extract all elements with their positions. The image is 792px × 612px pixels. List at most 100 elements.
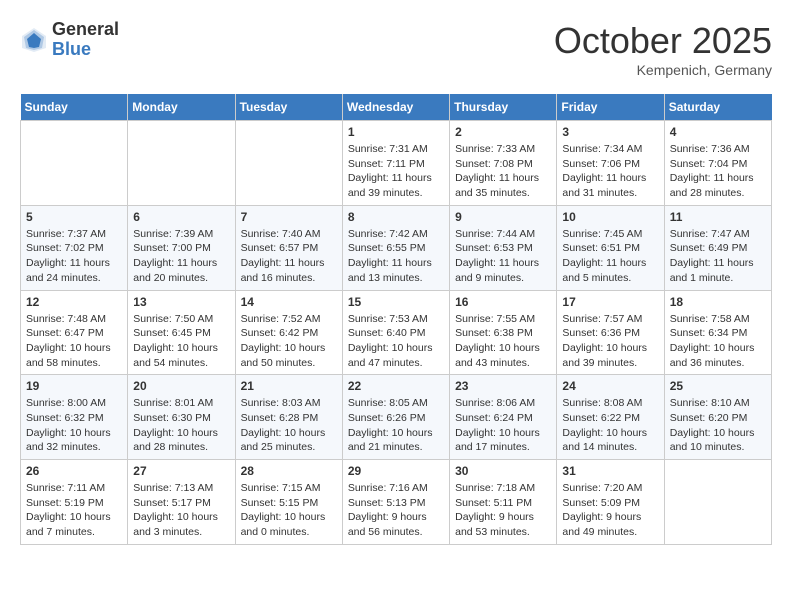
calendar-cell: 22 Sunrise: 8:05 AMSunset: 6:26 PMDayligh… [342, 375, 449, 460]
day-number: 8 [348, 210, 444, 224]
day-info: Sunrise: 7:34 AMSunset: 7:06 PMDaylight:… [562, 142, 658, 201]
day-number: 9 [455, 210, 551, 224]
month-title: October 2025 [554, 20, 772, 62]
calendar-cell: 3 Sunrise: 7:34 AMSunset: 7:06 PMDaylight… [557, 121, 664, 206]
day-number: 28 [241, 464, 337, 478]
day-number: 13 [133, 295, 229, 309]
day-number: 20 [133, 379, 229, 393]
day-info: Sunrise: 7:44 AMSunset: 6:53 PMDaylight:… [455, 227, 551, 286]
day-info: Sunrise: 7:52 AMSunset: 6:42 PMDaylight:… [241, 312, 337, 371]
day-info: Sunrise: 7:40 AMSunset: 6:57 PMDaylight:… [241, 227, 337, 286]
day-info: Sunrise: 7:48 AMSunset: 6:47 PMDaylight:… [26, 312, 122, 371]
day-info: Sunrise: 7:16 AMSunset: 5:13 PMDaylight:… [348, 481, 444, 540]
day-number: 4 [670, 125, 766, 139]
calendar-cell [664, 460, 771, 545]
calendar-cell: 31 Sunrise: 7:20 AMSunset: 5:09 PMDayligh… [557, 460, 664, 545]
weekday-header: Wednesday [342, 94, 449, 121]
calendar-cell [235, 121, 342, 206]
calendar-cell: 26Sunrise: 7:11 AMSunset: 5:19 PMDayligh… [21, 460, 128, 545]
day-number: 15 [348, 295, 444, 309]
day-number: 1 [348, 125, 444, 139]
calendar-cell: 17Sunrise: 7:57 AMSunset: 6:36 PMDayligh… [557, 290, 664, 375]
calendar-cell: 14Sunrise: 7:52 AMSunset: 6:42 PMDayligh… [235, 290, 342, 375]
calendar-cell: 5 Sunrise: 7:37 AMSunset: 7:02 PMDaylight… [21, 205, 128, 290]
day-info: Sunrise: 8:05 AMSunset: 6:26 PMDaylight:… [348, 396, 444, 455]
calendar-cell: 28Sunrise: 7:15 AMSunset: 5:15 PMDayligh… [235, 460, 342, 545]
day-info: Sunrise: 7:31 AMSunset: 7:11 PMDaylight:… [348, 142, 444, 201]
calendar-cell: 24 Sunrise: 8:08 AMSunset: 6:22 PMDayligh… [557, 375, 664, 460]
day-info: Sunrise: 7:11 AMSunset: 5:19 PMDaylight:… [26, 481, 122, 540]
calendar-cell: 8 Sunrise: 7:42 AMSunset: 6:55 PMDaylight… [342, 205, 449, 290]
day-info: Sunrise: 7:42 AMSunset: 6:55 PMDaylight:… [348, 227, 444, 286]
title-block: October 2025 Kempenich, Germany [554, 20, 772, 78]
day-number: 27 [133, 464, 229, 478]
calendar-cell: 20 Sunrise: 8:01 AMSunset: 6:30 PMDayligh… [128, 375, 235, 460]
weekday-header: Monday [128, 94, 235, 121]
day-number: 7 [241, 210, 337, 224]
calendar-cell: 19 Sunrise: 8:00 AMSunset: 6:32 PMDayligh… [21, 375, 128, 460]
calendar-cell: 1 Sunrise: 7:31 AMSunset: 7:11 PMDaylight… [342, 121, 449, 206]
calendar-cell: 6 Sunrise: 7:39 AMSunset: 7:00 PMDaylight… [128, 205, 235, 290]
day-info: Sunrise: 7:37 AMSunset: 7:02 PMDaylight:… [26, 227, 122, 286]
logo: General Blue [20, 20, 119, 60]
calendar-week-row: 26Sunrise: 7:11 AMSunset: 5:19 PMDayligh… [21, 460, 772, 545]
day-number: 31 [562, 464, 658, 478]
day-number: 10 [562, 210, 658, 224]
day-number: 11 [670, 210, 766, 224]
calendar-cell: 7 Sunrise: 7:40 AMSunset: 6:57 PMDaylight… [235, 205, 342, 290]
day-info: Sunrise: 8:06 AMSunset: 6:24 PMDaylight:… [455, 396, 551, 455]
calendar-week-row: 19 Sunrise: 8:00 AMSunset: 6:32 PMDayligh… [21, 375, 772, 460]
calendar-cell: 4 Sunrise: 7:36 AMSunset: 7:04 PMDaylight… [664, 121, 771, 206]
weekday-header: Tuesday [235, 94, 342, 121]
calendar-cell: 9 Sunrise: 7:44 AMSunset: 6:53 PMDaylight… [450, 205, 557, 290]
calendar-week-row: 1 Sunrise: 7:31 AMSunset: 7:11 PMDaylight… [21, 121, 772, 206]
calendar-cell: 18 Sunrise: 7:58 AMSunset: 6:34 PMDayligh… [664, 290, 771, 375]
day-info: Sunrise: 8:01 AMSunset: 6:30 PMDaylight:… [133, 396, 229, 455]
day-info: Sunrise: 7:13 AMSunset: 5:17 PMDaylight:… [133, 481, 229, 540]
day-info: Sunrise: 7:20 AMSunset: 5:09 PMDaylight:… [562, 481, 658, 540]
weekday-header: Friday [557, 94, 664, 121]
day-number: 29 [348, 464, 444, 478]
calendar-cell: 13 Sunrise: 7:50 AMSunset: 6:45 PMDayligh… [128, 290, 235, 375]
calendar-cell: 15 Sunrise: 7:53 AMSunset: 6:40 PMDayligh… [342, 290, 449, 375]
calendar-cell: 12 Sunrise: 7:48 AMSunset: 6:47 PMDayligh… [21, 290, 128, 375]
day-number: 30 [455, 464, 551, 478]
day-info: Sunrise: 7:45 AMSunset: 6:51 PMDaylight:… [562, 227, 658, 286]
day-number: 25 [670, 379, 766, 393]
day-number: 5 [26, 210, 122, 224]
day-info: Sunrise: 8:10 AMSunset: 6:20 PMDaylight:… [670, 396, 766, 455]
day-info: Sunrise: 7:39 AMSunset: 7:00 PMDaylight:… [133, 227, 229, 286]
day-info: Sunrise: 7:36 AMSunset: 7:04 PMDaylight:… [670, 142, 766, 201]
day-info: Sunrise: 8:08 AMSunset: 6:22 PMDaylight:… [562, 396, 658, 455]
day-info: Sunrise: 7:58 AMSunset: 6:34 PMDaylight:… [670, 312, 766, 371]
calendar-cell: 27 Sunrise: 7:13 AMSunset: 5:17 PMDayligh… [128, 460, 235, 545]
day-number: 12 [26, 295, 122, 309]
day-info: Sunrise: 8:00 AMSunset: 6:32 PMDaylight:… [26, 396, 122, 455]
calendar-cell: 29 Sunrise: 7:16 AMSunset: 5:13 PMDayligh… [342, 460, 449, 545]
day-info: Sunrise: 8:03 AMSunset: 6:28 PMDaylight:… [241, 396, 337, 455]
day-number: 3 [562, 125, 658, 139]
weekday-header: Sunday [21, 94, 128, 121]
day-number: 23 [455, 379, 551, 393]
weekday-header: Saturday [664, 94, 771, 121]
day-number: 6 [133, 210, 229, 224]
day-info: Sunrise: 7:18 AMSunset: 5:11 PMDaylight:… [455, 481, 551, 540]
day-number: 21 [241, 379, 337, 393]
day-info: Sunrise: 7:50 AMSunset: 6:45 PMDaylight:… [133, 312, 229, 371]
calendar-cell: 16 Sunrise: 7:55 AMSunset: 6:38 PMDayligh… [450, 290, 557, 375]
day-number: 17 [562, 295, 658, 309]
calendar-cell [128, 121, 235, 206]
logo-text: General Blue [52, 20, 119, 60]
day-info: Sunrise: 7:55 AMSunset: 6:38 PMDaylight:… [455, 312, 551, 371]
calendar-cell: 2Sunrise: 7:33 AMSunset: 7:08 PMDaylight… [450, 121, 557, 206]
day-number: 19 [26, 379, 122, 393]
calendar-table: SundayMondayTuesdayWednesdayThursdayFrid… [20, 94, 772, 545]
day-info: Sunrise: 7:47 AMSunset: 6:49 PMDaylight:… [670, 227, 766, 286]
day-number: 16 [455, 295, 551, 309]
calendar-cell: 23 Sunrise: 8:06 AMSunset: 6:24 PMDayligh… [450, 375, 557, 460]
day-number: 2 [455, 125, 551, 139]
day-number: 22 [348, 379, 444, 393]
day-info: Sunrise: 7:53 AMSunset: 6:40 PMDaylight:… [348, 312, 444, 371]
day-number: 24 [562, 379, 658, 393]
day-number: 18 [670, 295, 766, 309]
